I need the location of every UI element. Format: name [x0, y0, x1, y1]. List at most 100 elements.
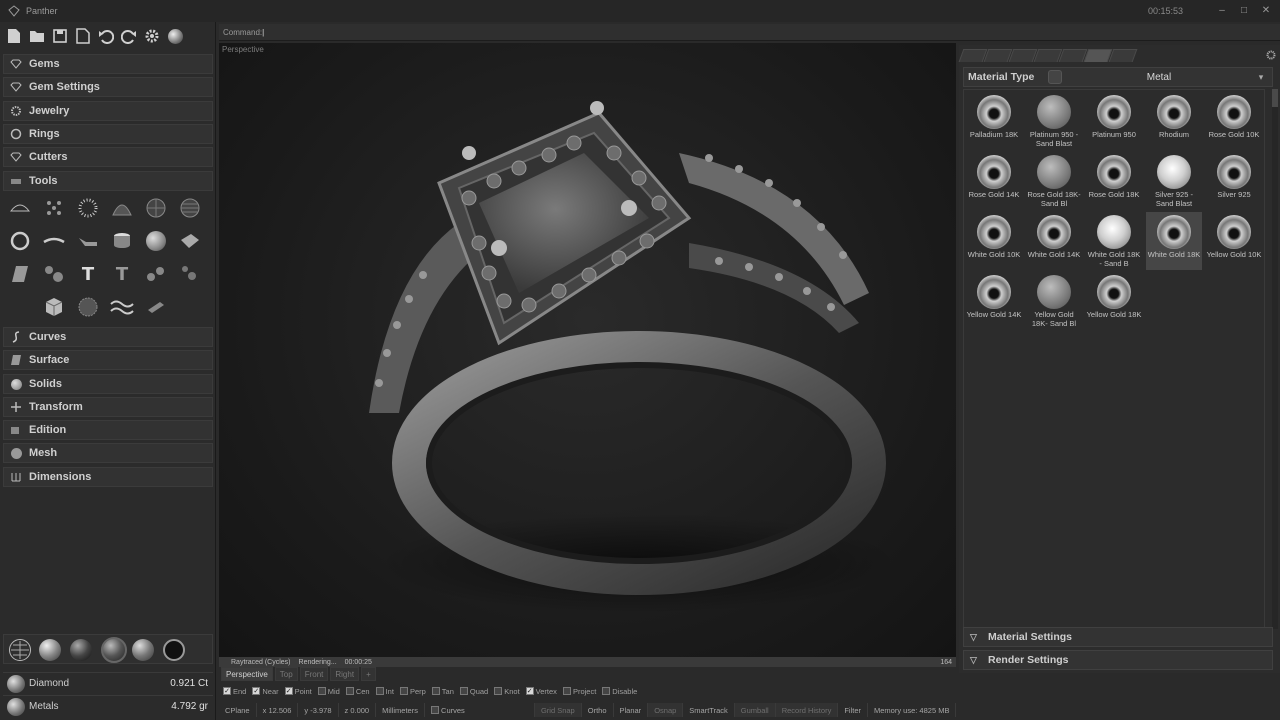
- osnap-tan[interactable]: Tan: [431, 687, 454, 696]
- tool-wave-icon[interactable]: [110, 295, 134, 319]
- tool-cube-icon[interactable]: [42, 295, 66, 319]
- chevron-down-icon[interactable]: ▾: [1254, 70, 1268, 84]
- toggle-gumball[interactable]: Gumball: [734, 703, 776, 717]
- toggle-osnap[interactable]: Osnap: [648, 703, 684, 717]
- tool-box-icon[interactable]: [178, 229, 202, 253]
- tool-ring-icon[interactable]: [8, 229, 32, 253]
- rendered-mode-icon[interactable]: [70, 639, 92, 661]
- section-tools[interactable]: Tools: [3, 171, 213, 191]
- checkbox[interactable]: ✓: [284, 687, 293, 695]
- checkbox[interactable]: [399, 687, 408, 695]
- render-settings-section[interactable]: ▽ Render Settings: [963, 650, 1273, 670]
- close-icon[interactable]: ✕: [1259, 4, 1273, 18]
- tool-sphere-lines-icon[interactable]: [178, 196, 202, 220]
- tool-burst-icon[interactable]: [76, 196, 100, 220]
- material-swatch[interactable]: Rhodium: [1146, 92, 1202, 150]
- tool-plane-icon[interactable]: [8, 262, 32, 286]
- material-swatch[interactable]: Platinum 950: [1086, 92, 1142, 150]
- shaded-mode-icon[interactable]: [39, 639, 61, 661]
- material-swatch[interactable]: White Gold 10K: [966, 212, 1022, 270]
- tool-beads-icon[interactable]: [178, 262, 202, 286]
- material-swatch[interactable]: White Gold 18K - Sand B: [1086, 212, 1142, 270]
- tool-dots-icon[interactable]: [42, 196, 66, 220]
- redo-icon[interactable]: [119, 26, 139, 46]
- section-solids[interactable]: Solids: [3, 374, 213, 394]
- tool-sphere-grid-icon[interactable]: [144, 196, 168, 220]
- panel-gear-icon[interactable]: [1266, 50, 1276, 60]
- tab-right[interactable]: Right: [330, 667, 360, 681]
- osnap-knot[interactable]: Knot: [494, 687, 520, 696]
- checkbox[interactable]: [459, 687, 468, 695]
- osnap-perp[interactable]: Perp: [399, 687, 426, 696]
- section-dimensions[interactable]: Dimensions: [3, 467, 213, 487]
- material-swatch[interactable]: Silver 925: [1206, 152, 1262, 210]
- toggle-record-history[interactable]: Record History: [775, 703, 839, 717]
- undo-icon[interactable]: [96, 26, 116, 46]
- tab-front[interactable]: Front: [299, 667, 329, 681]
- tool-dome-icon[interactable]: [110, 196, 134, 220]
- material-type-select[interactable]: Metal: [1084, 72, 1234, 83]
- raytraced-mode-icon[interactable]: [101, 637, 127, 663]
- section-transform[interactable]: Transform: [3, 397, 213, 417]
- viewport-perspective[interactable]: Perspective: [219, 43, 956, 657]
- checkbox[interactable]: [375, 687, 384, 695]
- osnap-project[interactable]: Project: [562, 687, 596, 696]
- tool-text-icon[interactable]: T: [76, 262, 100, 286]
- toggle-grid-snap[interactable]: Grid Snap: [534, 703, 582, 717]
- tool-profile-icon[interactable]: [42, 229, 66, 253]
- save-icon[interactable]: [50, 26, 70, 46]
- minimize-icon[interactable]: –: [1215, 4, 1229, 18]
- tool-arc-icon[interactable]: [8, 196, 32, 220]
- tool-text-outline-icon[interactable]: T: [110, 262, 134, 286]
- panel-tab-7[interactable]: [1108, 49, 1138, 62]
- osnap-mid[interactable]: Mid: [317, 687, 340, 696]
- osnap-near[interactable]: ✓ Near: [252, 687, 279, 696]
- material-swatch[interactable]: Palladium 18K: [966, 92, 1022, 150]
- tool-cylinder-icon[interactable]: [110, 229, 134, 253]
- osnap-int[interactable]: Int: [375, 687, 394, 696]
- new-file-icon[interactable]: [4, 26, 24, 46]
- section-gem-settings[interactable]: Gem Settings: [3, 77, 213, 97]
- toggle-ortho[interactable]: Ortho: [582, 703, 614, 717]
- material-swatch[interactable]: White Gold 14K: [1026, 212, 1082, 270]
- render-sphere-icon[interactable]: [165, 26, 185, 46]
- ghosted-mode-icon[interactable]: [163, 639, 185, 661]
- cplane-label[interactable]: CPlane: [219, 703, 257, 717]
- technical-mode-icon[interactable]: [132, 639, 154, 661]
- material-swatch[interactable]: Rose Gold 18K- Sand Bl: [1026, 152, 1082, 210]
- checkbox[interactable]: [602, 687, 611, 695]
- checkbox[interactable]: [562, 687, 571, 695]
- section-gems[interactable]: Gems: [3, 54, 213, 74]
- checkbox[interactable]: ✓: [252, 687, 261, 695]
- tool-bezel-icon[interactable]: [76, 295, 100, 319]
- add-tab-icon[interactable]: +: [361, 667, 376, 681]
- toggle-planar[interactable]: Planar: [614, 703, 649, 717]
- osnap-vertex[interactable]: ✓ Vertex: [525, 687, 557, 696]
- material-swatch[interactable]: Yellow Gold 18K: [1086, 272, 1142, 330]
- tab-top[interactable]: Top: [274, 667, 298, 681]
- material-settings-section[interactable]: ▽ Material Settings: [963, 627, 1273, 647]
- checkbox[interactable]: [494, 687, 503, 695]
- section-cutters[interactable]: Cutters: [3, 147, 213, 167]
- material-swatch[interactable]: White Gold 18K: [1146, 212, 1202, 270]
- material-swatch[interactable]: Yellow Gold 10K: [1206, 212, 1262, 270]
- material-swatch[interactable]: Yellow Gold 14K: [966, 272, 1022, 330]
- material-swatch[interactable]: Rose Gold 14K: [966, 152, 1022, 210]
- section-edition[interactable]: Edition: [3, 420, 213, 440]
- material-swatch[interactable]: Platinum 950 - Sand Blast: [1026, 92, 1082, 150]
- material-type-icon[interactable]: [1048, 70, 1062, 84]
- tab-perspective[interactable]: Perspective: [221, 667, 273, 681]
- wireframe-mode-icon[interactable]: [9, 639, 31, 661]
- tool-spheres-icon[interactable]: [42, 262, 66, 286]
- export-icon[interactable]: [73, 26, 93, 46]
- material-swatch[interactable]: Rose Gold 18K: [1086, 152, 1142, 210]
- material-swatch[interactable]: Yellow Gold 18K- Sand Bl: [1026, 272, 1082, 330]
- scrollbar-thumb[interactable]: [1272, 89, 1278, 107]
- osnap-end[interactable]: ✓ End: [223, 687, 246, 696]
- checkbox[interactable]: [431, 687, 440, 695]
- checkbox[interactable]: [317, 687, 326, 695]
- osnap-point[interactable]: ✓ Point: [284, 687, 312, 696]
- open-folder-icon[interactable]: [27, 26, 47, 46]
- checkbox[interactable]: ✓: [223, 687, 231, 695]
- material-swatch[interactable]: Silver 925 - Sand Blast: [1146, 152, 1202, 210]
